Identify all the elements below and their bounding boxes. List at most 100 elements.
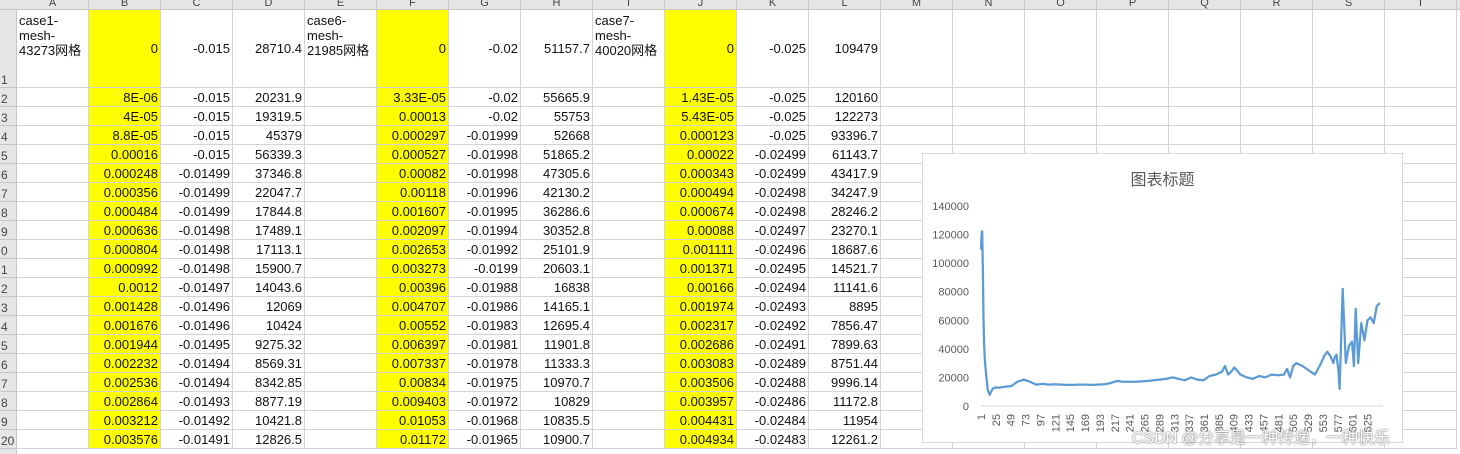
table-cell[interactable]: 15900.7	[233, 259, 305, 278]
table-cell[interactable]: 3.33E-05	[377, 88, 449, 107]
table-cell[interactable]: 18687.6	[809, 240, 881, 259]
table-cell[interactable]	[593, 354, 665, 373]
table-cell[interactable]: 12826.5	[233, 430, 305, 449]
table-cell[interactable]: -0.025	[737, 10, 809, 88]
table-cell[interactable]	[17, 88, 89, 107]
column-header-D[interactable]: D	[233, 0, 305, 9]
table-cell[interactable]: -0.02495	[737, 259, 809, 278]
row-header[interactable]: 8	[0, 202, 16, 221]
table-cell[interactable]: 0.003083	[665, 354, 737, 373]
table-cell[interactable]	[953, 10, 1025, 88]
table-cell[interactable]: -0.01498	[161, 259, 233, 278]
table-cell[interactable]	[1313, 126, 1385, 145]
table-cell[interactable]: -0.02493	[737, 297, 809, 316]
table-cell[interactable]: 0.000343	[665, 164, 737, 183]
table-cell[interactable]: 0.003212	[89, 411, 161, 430]
table-cell[interactable]: 20231.9	[233, 88, 305, 107]
table-cell[interactable]: 34247.9	[809, 183, 881, 202]
column-header-M[interactable]: M	[881, 0, 953, 9]
table-cell[interactable]: 11333.3	[521, 354, 593, 373]
table-cell[interactable]: -0.015	[161, 88, 233, 107]
table-cell[interactable]	[953, 126, 1025, 145]
table-cell[interactable]	[1241, 88, 1313, 107]
table-cell[interactable]: 0.002232	[89, 354, 161, 373]
table-cell[interactable]: 11901.8	[521, 335, 593, 354]
table-cell[interactable]	[305, 88, 377, 107]
table-cell[interactable]: 0.003273	[377, 259, 449, 278]
table-cell[interactable]: 28246.2	[809, 202, 881, 221]
table-cell[interactable]: 4E-05	[89, 107, 161, 126]
table-cell[interactable]	[17, 164, 89, 183]
table-cell[interactable]: 0.00396	[377, 278, 449, 297]
table-cell[interactable]: 0.000992	[89, 259, 161, 278]
table-cell[interactable]: 30352.8	[521, 221, 593, 240]
table-cell[interactable]	[1385, 88, 1457, 107]
table-cell[interactable]: 0.002317	[665, 316, 737, 335]
table-cell[interactable]: -0.01494	[161, 373, 233, 392]
column-header-P[interactable]: P	[1097, 0, 1169, 9]
column-header-R[interactable]: R	[1241, 0, 1313, 9]
column-header-H[interactable]: H	[521, 0, 593, 9]
row-header[interactable]: 7	[0, 183, 16, 202]
table-cell[interactable]: -0.015	[161, 10, 233, 88]
table-cell[interactable]	[1385, 126, 1457, 145]
column-header-L[interactable]: L	[809, 0, 881, 9]
table-cell[interactable]: -0.01498	[161, 240, 233, 259]
table-cell[interactable]: 10829	[521, 392, 593, 411]
table-cell[interactable]: 0.004707	[377, 297, 449, 316]
table-cell[interactable]	[17, 430, 89, 449]
table-cell[interactable]	[17, 335, 89, 354]
table-cell[interactable]	[305, 373, 377, 392]
table-cell[interactable]: -0.025	[737, 107, 809, 126]
table-cell[interactable]	[1097, 126, 1169, 145]
table-cell[interactable]: 1.43E-05	[665, 88, 737, 107]
table-cell[interactable]: 0	[377, 10, 449, 88]
table-cell[interactable]	[305, 145, 377, 164]
row-header[interactable]: 20	[0, 430, 16, 449]
line-chart[interactable]: 图表标题 0 20000 40000 60000 80000 100000 120000 14…	[922, 153, 1403, 443]
table-cell[interactable]	[593, 411, 665, 430]
table-cell[interactable]: 0.000297	[377, 126, 449, 145]
table-cell[interactable]	[1241, 10, 1313, 88]
table-cell[interactable]	[1025, 10, 1097, 88]
table-cell[interactable]	[17, 278, 89, 297]
table-cell[interactable]: 0.001676	[89, 316, 161, 335]
table-cell[interactable]: 0.0012	[89, 278, 161, 297]
table-cell[interactable]	[1097, 10, 1169, 88]
table-cell[interactable]	[593, 183, 665, 202]
table-cell[interactable]	[17, 297, 89, 316]
table-cell[interactable]: 8751.44	[809, 354, 881, 373]
table-cell[interactable]: -0.02	[449, 10, 521, 88]
table-cell[interactable]: -0.015	[161, 145, 233, 164]
table-cell[interactable]: 0.00088	[665, 221, 737, 240]
table-cell[interactable]	[305, 221, 377, 240]
row-header[interactable]: 9	[0, 221, 16, 240]
row-header[interactable]: 3	[0, 297, 16, 316]
table-cell[interactable]: 0.004934	[665, 430, 737, 449]
table-cell[interactable]	[593, 278, 665, 297]
table-cell[interactable]: 0.007337	[377, 354, 449, 373]
table-cell[interactable]	[17, 373, 89, 392]
table-cell[interactable]: -0.01978	[449, 354, 521, 373]
table-cell[interactable]: 10421.8	[233, 411, 305, 430]
table-cell[interactable]	[305, 392, 377, 411]
table-cell[interactable]: 0.00552	[377, 316, 449, 335]
table-cell[interactable]: 120160	[809, 88, 881, 107]
table-cell[interactable]: -0.01498	[161, 221, 233, 240]
table-cell[interactable]	[881, 10, 953, 88]
table-cell[interactable]: -0.015	[161, 107, 233, 126]
table-cell[interactable]	[305, 430, 377, 449]
table-cell[interactable]: 0.000123	[665, 126, 737, 145]
table-cell[interactable]: 0.001974	[665, 297, 737, 316]
table-cell[interactable]: 0.001371	[665, 259, 737, 278]
table-cell[interactable]	[593, 240, 665, 259]
table-cell[interactable]: -0.01998	[449, 145, 521, 164]
table-cell[interactable]	[17, 202, 89, 221]
table-cell[interactable]	[593, 297, 665, 316]
table-cell[interactable]: 52668	[521, 126, 593, 145]
table-cell[interactable]: -0.02488	[737, 373, 809, 392]
table-cell[interactable]: -0.01492	[161, 411, 233, 430]
row-header[interactable]: 6	[0, 354, 16, 373]
table-cell[interactable]	[305, 411, 377, 430]
table-cell[interactable]	[1097, 107, 1169, 126]
